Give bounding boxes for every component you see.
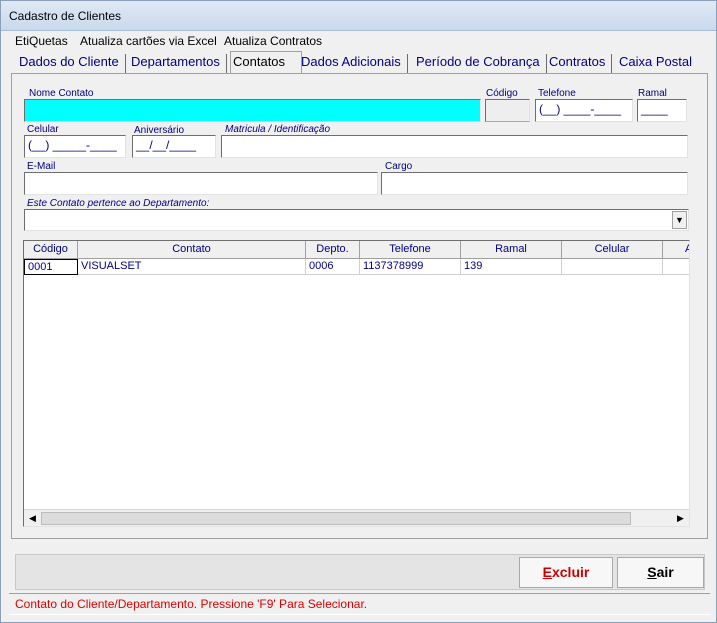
horizontal-scrollbar[interactable]: ◀ ▶ (24, 509, 689, 526)
tab-contratos[interactable]: Contratos (549, 54, 613, 73)
excluir-button[interactable]: Excluir (519, 557, 613, 588)
matricula-label: Matricula / Identificação (225, 124, 331, 135)
cell-depto[interactable]: 0006 (306, 259, 360, 275)
cell-ramal[interactable]: 139 (461, 259, 562, 275)
excluir-rest: xcluir (551, 564, 590, 580)
table-row[interactable]: 0001 VISUALSET 0006 1137378999 139 (24, 259, 689, 275)
matricula-input[interactable] (221, 135, 688, 158)
menu-atualiza-cartoes[interactable]: Atualiza cartões via Excel (80, 34, 217, 48)
nome-contato-label: Nome Contato (29, 88, 94, 99)
celular-label: Celular (27, 124, 59, 135)
chevron-down-icon[interactable]: ▼ (672, 211, 687, 229)
menu-bar: EtiQuetas Atualiza cartões via Excel Atu… (1, 31, 716, 51)
scroll-left-icon[interactable]: ◀ (25, 511, 40, 526)
tab-caixa-postal[interactable]: Caixa Postal (619, 54, 698, 73)
cell-codigo[interactable]: 0001 (24, 259, 78, 275)
title-bar: Cadastro de Clientes (1, 1, 716, 31)
grid-header: Código Contato Depto. Telefone Ramal Cel… (24, 241, 689, 259)
tab-contatos[interactable]: Contatos (233, 54, 291, 73)
telefone-input[interactable]: (__) ____-____ (535, 99, 633, 122)
status-bar: Contato do Cliente/Departamento. Pressio… (9, 593, 710, 615)
celular-input[interactable]: (__) _____-____ (24, 135, 126, 158)
ramal-input[interactable]: ____ (637, 99, 687, 122)
col-header-ramal[interactable]: Ramal (461, 241, 562, 259)
email-label: E-Mail (27, 161, 56, 172)
col-header-depto[interactable]: Depto. (306, 241, 360, 259)
window: Cadastro de Clientes EtiQuetas Atualiza … (0, 0, 717, 623)
tab-strip: Dados do Cliente Departamentos Contatos … (9, 51, 709, 74)
cargo-input[interactable] (381, 172, 688, 195)
sair-rest: air (656, 564, 674, 580)
menu-atualiza-contratos[interactable]: Atualiza Contratos (224, 34, 322, 48)
sair-button[interactable]: Sair (617, 557, 704, 588)
codigo-input[interactable] (485, 99, 530, 122)
telefone-label: Telefone (538, 88, 576, 99)
nome-contato-input[interactable] (24, 99, 481, 122)
codigo-label: Código (486, 88, 518, 99)
scroll-right-icon[interactable]: ▶ (673, 511, 688, 526)
col-header-contato[interactable]: Contato (78, 241, 306, 259)
ramal-label: Ramal (638, 88, 667, 99)
scroll-thumb[interactable] (41, 512, 631, 525)
cargo-label: Cargo (385, 161, 413, 172)
departamento-select[interactable]: ▼ (24, 209, 689, 231)
departamento-label: Este Contato pertence ao Departamento: (27, 198, 210, 209)
col-header-a[interactable]: A (663, 241, 689, 259)
tab-periodo-de-cobranca[interactable]: Período de Cobrança (416, 54, 547, 73)
tab-departamentos[interactable]: Departamentos (131, 54, 227, 73)
window-title: Cadastro de Clientes (9, 9, 122, 23)
contatos-grid[interactable]: Código Contato Depto. Telefone Ramal Cel… (23, 240, 690, 527)
email-input[interactable] (24, 172, 378, 195)
col-header-codigo[interactable]: Código (24, 241, 78, 259)
cell-telefone[interactable]: 1137378999 (360, 259, 461, 275)
col-header-celular[interactable]: Celular (562, 241, 663, 259)
sair-accel: S (647, 564, 657, 580)
cell-a[interactable] (663, 259, 689, 275)
cell-celular[interactable] (562, 259, 663, 275)
aniversario-input[interactable]: __/__/____ (132, 135, 216, 158)
tab-dados-do-cliente[interactable]: Dados do Cliente (19, 54, 126, 73)
tab-dados-adicionais[interactable]: Dados Adicionais (301, 54, 408, 73)
cell-contato[interactable]: VISUALSET (78, 259, 306, 275)
col-header-telefone[interactable]: Telefone (360, 241, 461, 259)
excluir-accel: E (542, 564, 552, 580)
menu-etiquetas[interactable]: EtiQuetas (15, 34, 68, 48)
